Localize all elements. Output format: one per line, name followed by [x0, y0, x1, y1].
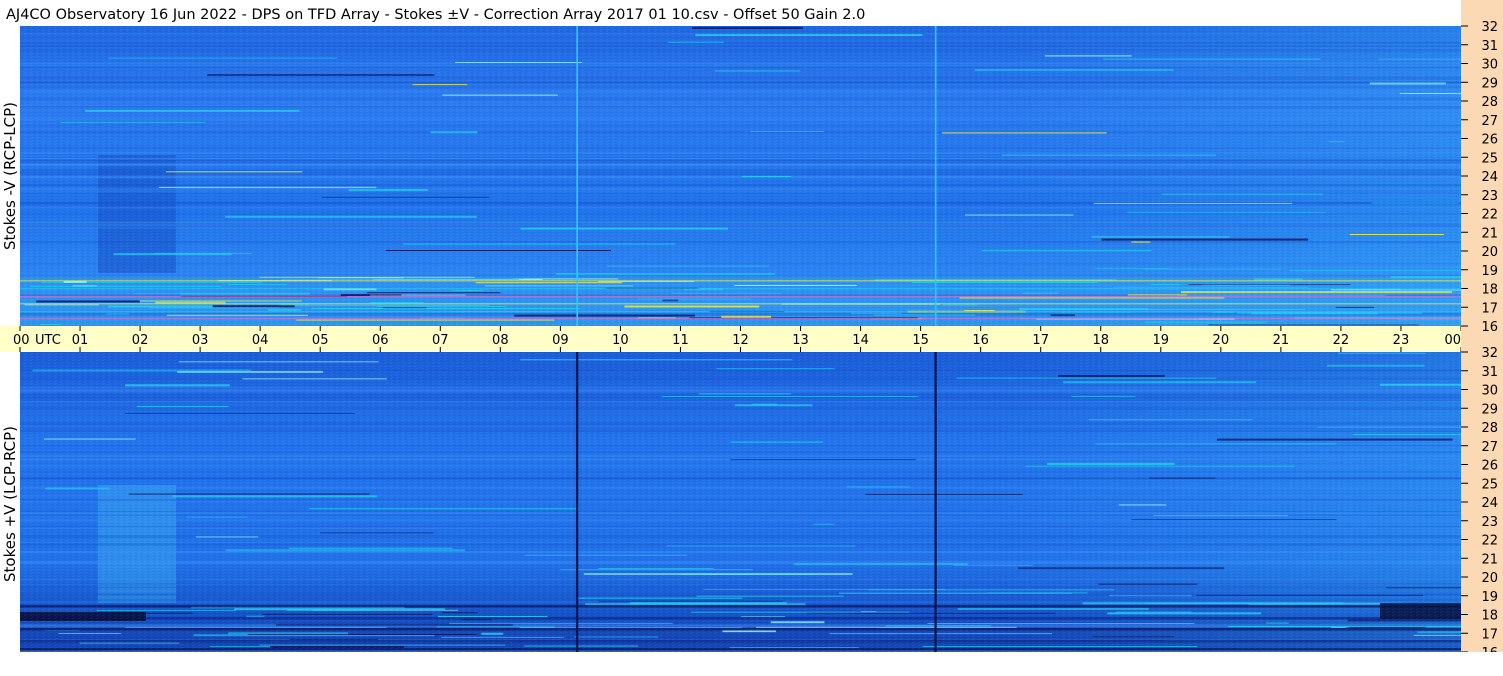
y-tick-label: 31 — [1481, 39, 1498, 54]
x-tick-label: 08 — [492, 333, 509, 348]
y-tick-label: 17 — [1481, 627, 1498, 642]
lower-spectrogram — [20, 352, 1503, 653]
x-tick-label: 23 — [1393, 333, 1410, 348]
x-tick-label: 00 — [13, 333, 30, 348]
bottom-margin — [0, 652, 1461, 672]
x-unit-label: UTC — [35, 333, 61, 348]
y-tick-label: 16 — [1481, 320, 1498, 335]
lower-ylabel: Stokes +V (LCP-RCP) — [1, 426, 19, 582]
x-tick-label: 12 — [732, 333, 749, 348]
x-tick-label: 13 — [792, 333, 809, 348]
x-tick-label: 15 — [912, 333, 929, 348]
y-tick-label: 26 — [1481, 133, 1498, 148]
y-tick-label: 25 — [1481, 477, 1498, 492]
y-tick-label: 32 — [1481, 346, 1498, 361]
x-tick-label: 02 — [132, 333, 149, 348]
y-tick-label: 30 — [1481, 58, 1498, 73]
y-tick-label: 21 — [1481, 552, 1498, 567]
y-tick-label: 27 — [1481, 114, 1498, 129]
y-tick-label: 23 — [1481, 515, 1498, 530]
x-tick-label: 07 — [432, 333, 449, 348]
y-tick-label: 29 — [1481, 76, 1498, 91]
x-tick-label: 04 — [252, 333, 269, 348]
spectrogram-page: AJ4CO Observatory 16 Jun 2022 - DPS on T… — [0, 0, 1503, 672]
x-tick-label: 16 — [972, 333, 989, 348]
x-tick-label: 06 — [372, 333, 389, 348]
x-tick-label: 00 — [1444, 333, 1461, 348]
x-tick-label: 03 — [192, 333, 209, 348]
y-tick-label: 26 — [1481, 459, 1498, 474]
x-tick-label: 22 — [1333, 333, 1350, 348]
y-tick-label: 28 — [1481, 421, 1498, 436]
lower-noise-texture — [20, 352, 1461, 652]
x-tick-label: 09 — [552, 333, 569, 348]
upper-noise-texture — [20, 26, 1461, 326]
chart-title: AJ4CO Observatory 16 Jun 2022 - DPS on T… — [6, 7, 865, 23]
y-tick-label: 22 — [1481, 534, 1498, 549]
y-tick-label: 20 — [1481, 571, 1498, 586]
x-tick-label: 18 — [1092, 333, 1109, 348]
y-tick-label: 23 — [1481, 189, 1498, 204]
y-tick-label: 18 — [1481, 283, 1498, 298]
upper-spectrogram — [20, 26, 1503, 326]
y-tick-label: 20 — [1481, 245, 1498, 260]
y-tick-label: 27 — [1481, 440, 1498, 455]
corner-blank — [1461, 652, 1503, 672]
y-tick-label: 29 — [1481, 402, 1498, 417]
y-tick-label: 17 — [1481, 301, 1498, 316]
y-tick-label: 31 — [1481, 365, 1498, 380]
y-tick-label: 21 — [1481, 226, 1498, 241]
x-tick-label: 21 — [1273, 333, 1290, 348]
y-tick-label: 22 — [1481, 208, 1498, 223]
x-tick-label: 11 — [672, 333, 689, 348]
y-tick-label: 24 — [1481, 170, 1498, 185]
y-tick-label: 30 — [1481, 384, 1498, 399]
x-tick-label: 20 — [1213, 333, 1230, 348]
x-tick-label: 19 — [1153, 333, 1170, 348]
x-tick-label: 10 — [612, 333, 629, 348]
y-tick-label: 19 — [1481, 590, 1498, 605]
x-tick-label: 01 — [72, 333, 89, 348]
x-tick-label: 17 — [1032, 333, 1049, 348]
y-tick-label: 24 — [1481, 496, 1498, 511]
upper-ylabel: Stokes -V (RCP-LCP) — [1, 102, 19, 250]
x-tick-label: 05 — [312, 333, 329, 348]
y-tick-label: 19 — [1481, 264, 1498, 279]
y-tick-label: 28 — [1481, 95, 1498, 110]
y-tick-label: 18 — [1481, 609, 1498, 624]
x-tick-label: 14 — [852, 333, 869, 348]
y-tick-label: 32 — [1481, 20, 1498, 35]
spectrogram-chart: AJ4CO Observatory 16 Jun 2022 - DPS on T… — [0, 0, 1503, 672]
y-tick-label: 25 — [1481, 151, 1498, 166]
